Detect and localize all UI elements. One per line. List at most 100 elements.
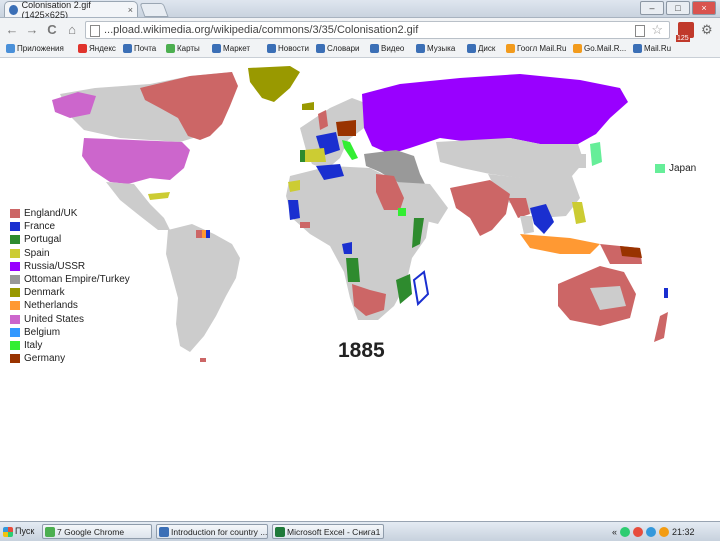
bookmark-label: Почта [134,44,157,53]
senegal-france [288,200,300,220]
legend-swatch [655,164,665,173]
page-action-icon[interactable] [635,25,645,37]
taskbar-item-word[interactable]: Introduction for country ... [156,524,268,539]
falklands-uk [200,358,206,362]
apps-icon [6,44,15,53]
legend-item-germany: Germany [10,352,130,365]
japan-home [590,142,602,166]
taskbar-item-chrome[interactable]: 7 Google Chrome [42,524,152,539]
bookmark-item[interactable]: Яндекс [78,44,116,53]
angola-portugal [346,258,360,282]
legend-item-japan: Japan [655,163,696,174]
maximize-button[interactable]: □ [666,1,690,15]
menu-wrench-icon[interactable]: ⚙ [701,22,713,38]
madagascar-france [412,270,430,307]
tray-volume-icon[interactable] [659,526,670,537]
tray-app-icon[interactable] [620,526,631,537]
legend-label: Russia/USSR [24,260,86,272]
guiana-france [206,230,210,238]
legend-swatch [10,275,20,285]
mail-icon [123,44,132,53]
asia [436,138,642,264]
south-america [166,224,240,362]
bookmark-label: Новости [278,44,309,53]
bookmark-item[interactable]: Новости [267,44,309,53]
bookmark-item[interactable]: Приложения [6,44,64,53]
portugal-home [300,150,305,162]
yandex-icon [78,44,87,53]
start-label: Пуск [15,526,35,536]
bookmark-item[interactable]: Музыка [416,44,455,53]
reload-icon[interactable]: C [44,22,60,38]
windows-taskbar: Пуск 7 Google Chrome Introduction for co… [0,521,720,541]
bookmark-label: Маркет [223,44,251,53]
url-text: ...pload.wikimedia.org/wikipedia/commons… [104,24,419,36]
legend-swatch [10,288,20,298]
back-icon[interactable]: ← [4,22,20,38]
pacific-france [664,288,668,298]
legend-item-denmark: Denmark [10,286,130,299]
new-tab-button[interactable] [139,3,169,17]
task-label: 7 Google Chrome [57,527,125,537]
tab-title: Colonisation 2.gif (1425×625) [21,0,91,20]
home-icon[interactable]: ⌂ [64,22,80,38]
bookmark-item[interactable]: Диск [467,44,495,53]
legend-swatch [10,314,20,324]
browser-tab[interactable]: Colonisation 2.gif (1425×625) × [4,0,138,20]
word-icon [159,527,169,537]
disk-icon [467,44,476,53]
legend-item-belgium: Belgium [10,326,130,339]
bookmark-star-icon[interactable]: ☆ [651,22,663,38]
legend-swatch [10,248,20,258]
legend-label: Portugal [24,234,62,246]
guiana-uk [196,230,202,238]
legend-label: United States [24,313,85,325]
clock: 21:32 [672,526,695,537]
tray-network-icon[interactable] [646,526,657,537]
market-icon [212,44,221,53]
bookmark-item[interactable]: Go.Mail.R... [573,44,626,53]
legend-swatch [10,301,20,311]
tray-arrow-icon[interactable]: « [612,527,617,537]
bookmark-item[interactable]: Гоогл Mail.Ru [506,44,566,53]
south-america-land [166,224,240,352]
greenland-denmark [248,66,300,102]
alaska-us-region [52,92,96,118]
germany-home [336,120,356,136]
forward-icon[interactable]: → [24,22,40,38]
legend-label: Denmark [24,287,65,299]
bookmark-item[interactable]: Почта [123,44,156,53]
legend-swatch [10,209,20,219]
legend-label: Belgium [24,326,61,338]
close-window-button[interactable]: × [692,1,716,15]
mailru-icon [506,44,515,53]
news-icon [267,44,276,53]
address-bar[interactable]: ...pload.wikimedia.org/wikipedia/commons… [85,21,670,39]
legend-label: Spain [24,247,50,259]
legend-item-italy: Italy [10,339,130,352]
bookmark-item[interactable]: Словари [316,44,360,53]
tray-app-icon[interactable] [633,526,644,537]
task-label: Introduction for country ... [171,527,268,537]
burma-uk [508,198,530,218]
map-year: 1885 [338,339,385,362]
east-indies-netherlands [520,234,600,254]
bookmark-item[interactable]: Видео [370,44,404,53]
bookmark-item[interactable]: Mail.Ru [633,44,671,53]
bookmark-label: Приложения [17,44,64,53]
music-icon [416,44,425,53]
new-zealand-uk [654,312,668,342]
start-button[interactable]: Пуск [1,524,41,539]
bookmark-item[interactable]: Маркет [212,44,250,53]
legend-item-france: France [10,220,130,233]
bookmark-item[interactable]: Карты [166,44,200,53]
legend-item-usa: United States [10,313,130,326]
india-uk [450,180,510,236]
video-icon [370,44,379,53]
philippines-spain [572,202,586,224]
windows-logo-icon [3,526,13,537]
tab-close-icon[interactable]: × [128,5,133,15]
minimize-button[interactable]: – [640,1,664,15]
taskbar-item-excel[interactable]: Microsoft Excel - Cнигa1 [272,524,384,539]
siam-land [520,216,534,234]
